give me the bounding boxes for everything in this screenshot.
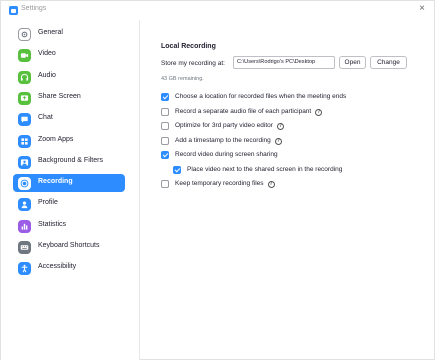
option-label: Record video during screen sharing: [175, 151, 278, 158]
change-button[interactable]: Change: [370, 56, 407, 69]
sidebar-item-share-screen[interactable]: Share Screen: [13, 89, 125, 107]
checkbox-checked[interactable]: [173, 165, 181, 174]
sidebar-item-profile[interactable]: Profile: [13, 195, 125, 213]
option-text: Record video during screen sharing: [175, 151, 278, 158]
profile-icon: [18, 198, 31, 212]
video-icon: [18, 49, 31, 63]
checkbox-unchecked[interactable]: [161, 122, 169, 130]
sidebar-item-label: Accessibility: [38, 263, 77, 271]
close-icon[interactable]: ×: [419, 3, 425, 14]
sidebar-item-label: Statistics: [38, 220, 67, 228]
sidebar-item-label: Chat: [38, 114, 53, 122]
sidebar-item-label: Share Screen: [38, 92, 81, 100]
zoom-app-icon: [9, 6, 18, 15]
help-icon[interactable]: ?: [276, 123, 284, 130]
recording-icon: [18, 177, 31, 191]
section-title: Local Recording: [161, 43, 216, 50]
option-label: Choose a location for recorded files whe…: [175, 93, 346, 100]
recording-option[interactable]: Record video during screen sharing: [161, 150, 431, 161]
option-text: Place video next to the shared screen in…: [187, 165, 343, 173]
sidebar-item-label: General: [38, 29, 63, 36]
option-text: Keep temporary recording files: [175, 180, 264, 187]
option-label: Optimize for 3rd party video editor?: [175, 122, 284, 130]
recording-option[interactable]: Optimize for 3rd party video editor?: [161, 121, 431, 132]
sidebar-item-general[interactable]: General: [13, 25, 125, 43]
sidebar-item-label: Profile: [38, 199, 58, 207]
sidebar-item-label: Background & Filters: [38, 156, 103, 164]
help-icon[interactable]: ?: [274, 137, 282, 145]
sidebar-item-background-filters[interactable]: Background & Filters: [13, 153, 125, 171]
sidebar-item-label: Recording: [38, 178, 73, 186]
window-title: Settings: [21, 5, 47, 12]
share-screen-icon: [18, 91, 31, 105]
apps-icon: [18, 134, 31, 148]
sidebar-item-label: Keyboard Shortcuts: [38, 242, 100, 249]
recording-option[interactable]: Record a separate audio file of each par…: [161, 107, 431, 118]
accessibility-icon: [18, 262, 31, 276]
settings-window: Settings × General Video Audio Share Screen…: [0, 0, 435, 360]
store-location-label: Store my recording at:: [161, 60, 225, 67]
sidebar-item-chat[interactable]: Chat: [13, 110, 125, 128]
help-icon[interactable]: ?: [315, 108, 323, 116]
checkbox-checked[interactable]: [161, 93, 169, 101]
storage-remaining: 43 GB remaining.: [161, 76, 204, 82]
recording-option[interactable]: Place video next to the shared screen in…: [173, 165, 435, 176]
sidebar-item-statistics[interactable]: Statistics: [13, 217, 125, 235]
sidebar-item-keyboard-shortcuts[interactable]: Keyboard Shortcuts: [13, 238, 125, 256]
option-label: Record a separate audio file of each par…: [175, 107, 323, 116]
checkbox-unchecked[interactable]: [161, 180, 169, 188]
sidebar-item-video[interactable]: Video: [13, 46, 125, 64]
sidebar-item-label: Video: [38, 50, 56, 58]
option-label: Keep temporary recording files?: [175, 180, 275, 188]
option-text: Add a timestamp to the recording: [175, 136, 271, 144]
recording-option[interactable]: Add a timestamp to the recording?: [161, 136, 431, 147]
open-button[interactable]: Open: [339, 56, 366, 69]
sidebar-item-label: Zoom Apps: [38, 135, 74, 143]
checkbox-unchecked[interactable]: [161, 107, 169, 116]
sidebar-item-recording[interactable]: Recording: [13, 174, 125, 193]
sidebar-item-audio[interactable]: Audio: [13, 68, 125, 86]
settings-sidebar: General Video Audio Share Screen Chat Zoom Ap…: [1, 20, 140, 360]
recording-option[interactable]: Keep temporary recording files?: [161, 179, 431, 190]
sidebar-item-accessibility[interactable]: Accessibility: [13, 259, 125, 277]
background-icon: [18, 155, 31, 169]
checkbox-unchecked[interactable]: [161, 136, 169, 145]
option-text: Choose a location for recorded files whe…: [175, 93, 347, 100]
option-label: Place video next to the shared screen in…: [187, 166, 342, 173]
sidebar-item-label: Audio: [38, 71, 56, 79]
keyboard-icon: [18, 241, 31, 254]
title-bar: Settings ×: [1, 1, 434, 19]
option-text: Optimize for 3rd party video editor: [175, 122, 273, 129]
checkbox-checked[interactable]: [161, 151, 169, 159]
sidebar-item-zoom-apps[interactable]: Zoom Apps: [13, 132, 125, 150]
option-label: Add a timestamp to the recording?: [175, 137, 282, 145]
recording-option[interactable]: Choose a location for recorded files whe…: [161, 92, 431, 103]
recording-panel: Local Recording Store my recording at: C…: [141, 20, 435, 360]
recording-path-field[interactable]: C:\Users\Rodrigo's PC\Desktop: [233, 56, 335, 69]
statistics-icon: [18, 219, 31, 233]
headphones-icon: [18, 70, 31, 84]
help-icon[interactable]: ?: [267, 181, 275, 188]
chat-icon: [18, 113, 31, 127]
option-text: Record a separate audio file of each par…: [175, 107, 312, 115]
gear-icon: [18, 28, 31, 41]
